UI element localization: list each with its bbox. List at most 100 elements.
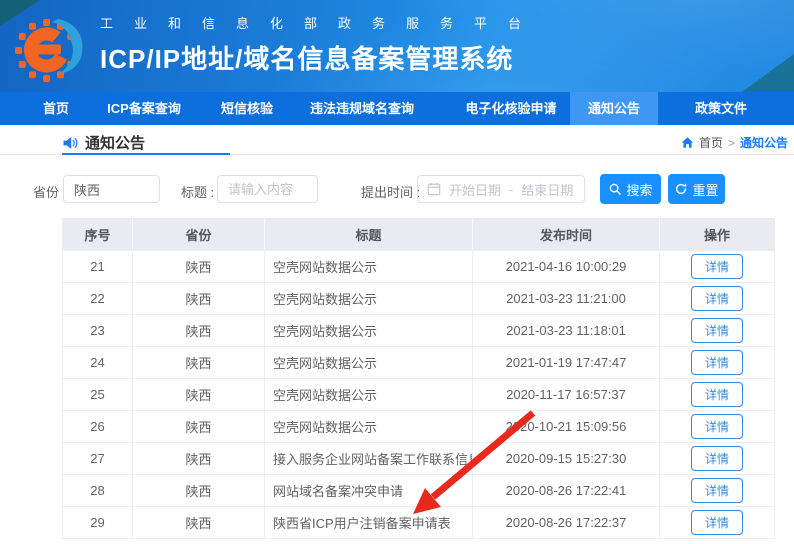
cell-time: 2020-10-21 15:09:56: [473, 411, 660, 442]
nav-item-label: 违法违规域名查询: [310, 101, 414, 116]
cell-time: 2020-09-15 15:27:30: [473, 443, 660, 474]
detail-button[interactable]: 详情: [691, 350, 743, 375]
notice-table: 序号 省份 标题 发布时间 操作 21 陕西 空壳网站数据公示 2021-04-…: [62, 218, 775, 539]
breadcrumb-current[interactable]: 通知公告: [740, 134, 788, 151]
title-label: 标题 :: [181, 182, 214, 201]
cell-time: 2021-04-16 10:00:29: [473, 251, 660, 282]
cell-no: 22: [63, 283, 133, 314]
table-row: 27 陕西 接入服务企业网站备案工作联系信息登记 2020-09-15 15:2…: [63, 442, 774, 474]
nav-item-label: 短信核验: [221, 101, 273, 116]
cell-time: 2021-01-19 17:47:47: [473, 347, 660, 378]
refresh-icon: [674, 182, 688, 196]
province-input[interactable]: [63, 175, 160, 203]
miit-beian-logo-icon: [12, 6, 92, 86]
table-row: 21 陕西 空壳网站数据公示 2021-04-16 10:00:29 详情: [63, 250, 774, 282]
nav-item-label: 政策文件: [695, 101, 747, 116]
cell-time: 2020-08-26 17:22:37: [473, 507, 660, 538]
nav-item[interactable]: ICP备案查询: [96, 92, 192, 125]
cell-title: 空壳网站数据公示: [265, 347, 473, 378]
cell-no: 23: [63, 315, 133, 346]
nav-item[interactable]: 通知公告: [570, 92, 658, 125]
table-row: 25 陕西 空壳网站数据公示 2020-11-17 16:57:37 详情: [63, 378, 774, 410]
cell-title: 空壳网站数据公示: [265, 379, 473, 410]
detail-button[interactable]: 详情: [691, 254, 743, 279]
reset-button[interactable]: 重置: [668, 174, 725, 204]
table-row: 29 陕西 陕西省ICP用户注销备案申请表 2020-08-26 17:22:3…: [63, 506, 774, 538]
nav-item-label: 通知公告: [588, 101, 640, 116]
nav-item[interactable]: 电子化核验申请: [442, 92, 580, 125]
cell-province: 陕西: [133, 475, 265, 506]
table-row: 28 陕西 网站域名备案冲突申请 2020-08-26 17:22:41 详情: [63, 474, 774, 506]
detail-button[interactable]: 详情: [691, 286, 743, 311]
detail-button[interactable]: 详情: [691, 382, 743, 407]
cell-no: 24: [63, 347, 133, 378]
cell-no: 27: [63, 443, 133, 474]
table-row: 26 陕西 空壳网站数据公示 2020-10-21 15:09:56 详情: [63, 410, 774, 442]
date-range-input[interactable]: 开始日期 - 结束日期: [417, 175, 585, 203]
detail-button[interactable]: 详情: [691, 318, 743, 343]
system-title: ICP/IP地址/域名信息备案管理系统: [100, 39, 542, 76]
cell-province: 陕西: [133, 315, 265, 346]
cell-title: 空壳网站数据公示: [265, 283, 473, 314]
date-start-placeholder: 开始日期: [449, 180, 501, 199]
cell-province: 陕西: [133, 411, 265, 442]
page-title-bar: 通知公告 首页 > 通知公告: [0, 125, 794, 155]
table-row: 24 陕西 空壳网站数据公示 2021-01-19 17:47:47 详情: [63, 346, 774, 378]
nav-item[interactable]: 短信核验: [204, 92, 290, 125]
breadcrumb: 首页 > 通知公告: [681, 134, 788, 151]
cell-province: 陕西: [133, 443, 265, 474]
platform-title: 工业和信息化部政务服务平台: [100, 13, 542, 32]
table-row: 23 陕西 空壳网站数据公示 2021-03-23 11:18:01 详情: [63, 314, 774, 346]
cell-time: 2020-11-17 16:57:37: [473, 379, 660, 410]
detail-button[interactable]: 详情: [691, 478, 743, 503]
detail-button[interactable]: 详情: [691, 414, 743, 439]
filter-bar: 省份 : 标题 : 提出时间 : 开始日期 - 结束日期 搜索 重置: [0, 155, 794, 212]
cell-province: 陕西: [133, 347, 265, 378]
banner-corner-decoration: [742, 54, 794, 92]
nav-item[interactable]: 违法违规域名查询: [296, 92, 428, 125]
header-operation: 操作: [660, 218, 774, 250]
top-banner: 工业和信息化部政务服务平台 ICP/IP地址/域名信息备案管理系统: [0, 0, 794, 92]
nav-item-label: ICP备案查询: [107, 101, 181, 116]
cell-title: 空壳网站数据公示: [265, 251, 473, 282]
date-range-separator: -: [509, 182, 513, 197]
cell-no: 21: [63, 251, 133, 282]
table-body: 21 陕西 空壳网站数据公示 2021-04-16 10:00:29 详情 22…: [63, 250, 774, 538]
table-row: 22 陕西 空壳网站数据公示 2021-03-23 11:21:00 详情: [63, 282, 774, 314]
nav-item-label: 首页: [43, 101, 69, 116]
cell-province: 陕西: [133, 283, 265, 314]
cell-province: 陕西: [133, 507, 265, 538]
breadcrumb-separator: >: [728, 136, 735, 150]
cell-province: 陕西: [133, 379, 265, 410]
header-province: 省份: [133, 218, 265, 250]
cell-no: 26: [63, 411, 133, 442]
detail-button[interactable]: 详情: [691, 510, 743, 535]
cell-time: 2021-03-23 11:18:01: [473, 315, 660, 346]
table-header-row: 序号 省份 标题 发布时间 操作: [63, 218, 774, 250]
cell-title: 空壳网站数据公示: [265, 315, 473, 346]
date-end-placeholder: 结束日期: [521, 180, 573, 199]
cell-time: 2020-08-26 17:22:41: [473, 475, 660, 506]
announcement-speaker-icon: [62, 135, 78, 151]
cell-province: 陕西: [133, 251, 265, 282]
reset-button-label: 重置: [692, 180, 718, 199]
cell-title: 网站域名备案冲突申请: [265, 475, 473, 506]
title-search-input[interactable]: [217, 175, 318, 203]
cell-no: 28: [63, 475, 133, 506]
cell-no: 25: [63, 379, 133, 410]
nav-item[interactable]: 政策文件: [676, 92, 766, 125]
cell-title: 空壳网站数据公示: [265, 411, 473, 442]
header-title: 标题: [265, 218, 473, 250]
home-icon: [681, 136, 694, 149]
nav-item[interactable]: 首页: [26, 92, 86, 125]
breadcrumb-home-link[interactable]: 首页: [699, 134, 723, 151]
search-button[interactable]: 搜索: [600, 174, 661, 204]
detail-button[interactable]: 详情: [691, 446, 743, 471]
search-button-label: 搜索: [626, 180, 652, 199]
header-publish-time: 发布时间: [473, 218, 660, 250]
page-title: 通知公告: [85, 132, 145, 153]
header-no: 序号: [63, 218, 133, 250]
main-nav: 首页 ICP备案查询 短信核验 违法违规域名查询 电子化核验申请 通知公告 政策…: [0, 92, 794, 125]
cell-time: 2021-03-23 11:21:00: [473, 283, 660, 314]
province-label: 省份 :: [33, 182, 66, 201]
